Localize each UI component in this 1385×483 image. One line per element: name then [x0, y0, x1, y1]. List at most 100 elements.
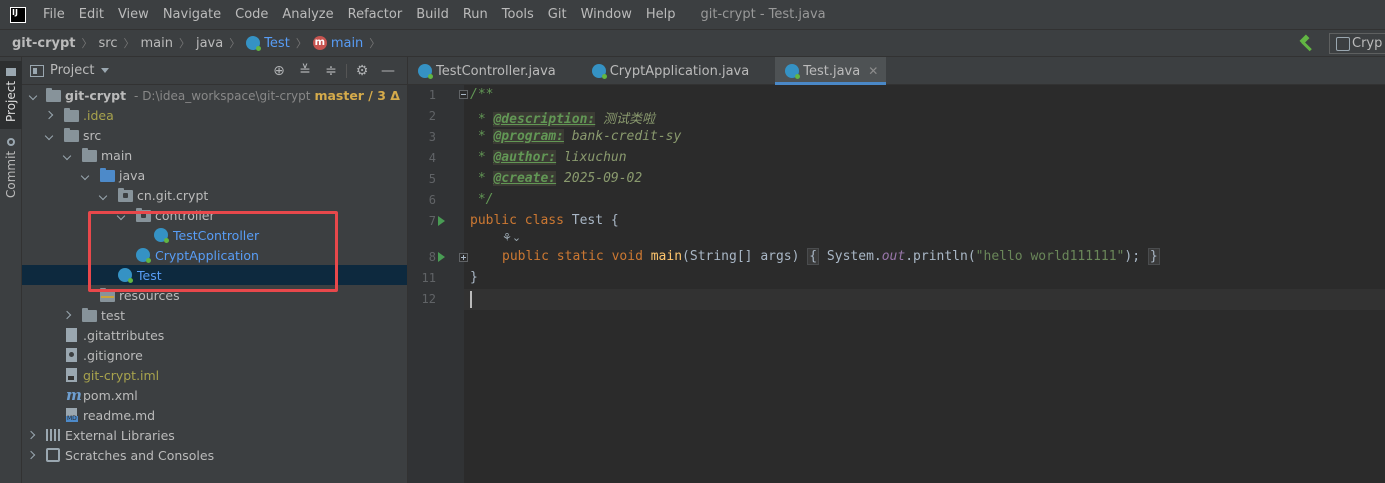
tree-item-idea[interactable]: .idea	[22, 105, 407, 125]
project-panel-title[interactable]: Project	[50, 63, 94, 78]
left-tool-strip: Project Commit	[0, 57, 22, 483]
chevron-down-icon[interactable]	[100, 191, 108, 199]
breadcrumb-main[interactable]: main	[140, 36, 172, 51]
breadcrumb-file[interactable]: Test	[264, 36, 290, 51]
chevron-right-icon[interactable]	[64, 311, 72, 319]
chevron-down-icon[interactable]	[82, 171, 90, 179]
tab-test-controller[interactable]: TestController.java	[408, 57, 582, 85]
menu-analyze[interactable]: Analyze	[275, 0, 340, 29]
tree-item-package[interactable]: cn.git.crypt	[22, 185, 407, 205]
tree-item-label: pom.xml	[83, 387, 138, 403]
expand-all-icon[interactable]: ≚	[292, 61, 318, 81]
scratches-icon	[46, 448, 60, 462]
root-path: - D:\idea_workspace\git-crypt	[134, 88, 311, 103]
tree-item-readme[interactable]: readme.md	[22, 405, 407, 425]
project-view-icon	[30, 64, 44, 77]
menu-build[interactable]: Build	[409, 0, 456, 29]
editor-gutter: 1 2 3 4 5 6 7 8 11 12	[408, 85, 468, 483]
markdown-file-icon	[66, 408, 78, 422]
code-line-7: public class Test {	[470, 213, 619, 228]
breadcrumb-java[interactable]: java	[196, 36, 223, 51]
tree-item-src[interactable]: src	[22, 125, 407, 145]
breadcrumb: git-crypt 〉 src 〉 main 〉 java 〉 Test 〉 m…	[0, 29, 1385, 57]
tree-item-test-controller[interactable]: TestController	[22, 225, 407, 245]
menu-run[interactable]: Run	[456, 0, 495, 29]
inlay-hint-icon[interactable]: ⚘⌄	[502, 231, 521, 244]
tree-item-root[interactable]: git-crypt - D:\idea_workspace\git-crypt ma…	[22, 85, 407, 105]
menu-tools[interactable]: Tools	[495, 0, 541, 29]
package-icon	[136, 208, 151, 222]
commit-icon	[7, 138, 15, 147]
tree-item-external-libraries[interactable]: External Libraries	[22, 425, 407, 445]
breadcrumb-method[interactable]: main	[331, 36, 363, 51]
tree-item-scratches[interactable]: Scratches and Consoles	[22, 445, 407, 465]
tree-item-label: readme.md	[83, 407, 156, 423]
git-branch-status: master / 3 Δ	[314, 87, 400, 103]
code-editor[interactable]: 1 2 3 4 5 6 7 8 11 12 /** * @description…	[408, 85, 1385, 483]
menu-window[interactable]: Window	[574, 0, 639, 29]
tree-item-crypt-application[interactable]: CryptApplication	[22, 245, 407, 265]
menu-view[interactable]: View	[111, 0, 156, 29]
close-icon[interactable]: ✕	[868, 64, 878, 78]
menu-file[interactable]: File	[36, 0, 72, 29]
menu-refactor[interactable]: Refactor	[341, 0, 410, 29]
collapse-all-icon[interactable]: ≑	[318, 61, 344, 81]
tree-item-main[interactable]: main	[22, 145, 407, 165]
tree-item-test[interactable]: Test	[22, 265, 407, 285]
chevron-right-icon[interactable]	[46, 111, 54, 119]
tree-item-iml[interactable]: git-crypt.iml	[22, 365, 407, 385]
commit-tool-tab[interactable]: Commit	[0, 137, 22, 199]
run-configuration-selector[interactable]: Cryp	[1329, 33, 1385, 54]
chevron-right-icon[interactable]	[28, 431, 36, 439]
tab-label: Test.java	[803, 63, 861, 79]
text-caret	[470, 291, 472, 308]
run-main-icon[interactable]	[438, 252, 445, 262]
tree-item-test-folder[interactable]: test	[22, 305, 407, 325]
tree-item-pom[interactable]: m pom.xml	[22, 385, 407, 405]
fold-icon[interactable]	[459, 90, 468, 99]
chevron-right-icon: 〉	[81, 37, 93, 50]
code-line-2: * @description: 测试类啦	[470, 112, 656, 127]
project-tool-tab[interactable]: Project	[0, 61, 22, 129]
tab-test[interactable]: Test.java ✕	[775, 57, 887, 85]
gear-icon[interactable]: ⚙	[349, 61, 375, 81]
line-number: 2	[428, 109, 436, 123]
locate-file-icon[interactable]: ⊕	[266, 61, 292, 81]
chevron-right-icon: 〉	[229, 37, 241, 50]
chevron-down-icon[interactable]	[30, 91, 38, 99]
tree-item-controller[interactable]: controller	[22, 205, 407, 225]
source-folder-icon	[100, 168, 115, 182]
tree-item-label: Scratches and Consoles	[65, 447, 215, 463]
unfold-icon[interactable]	[459, 253, 468, 262]
tab-crypt-application[interactable]: CryptApplication.java	[582, 57, 775, 85]
run-class-icon[interactable]	[438, 216, 445, 226]
tree-item-label: git-crypt.iml	[83, 367, 160, 383]
project-tree: git-crypt - D:\idea_workspace\git-crypt ma…	[22, 85, 407, 465]
tree-item-java[interactable]: java	[22, 165, 407, 185]
tree-item-gitignore[interactable]: .gitignore	[22, 345, 407, 365]
chevron-down-icon[interactable]	[64, 151, 72, 159]
tab-label: TestController.java	[436, 63, 556, 79]
breadcrumb-src[interactable]: src	[98, 36, 117, 51]
chevron-right-icon[interactable]	[28, 451, 36, 459]
tree-item-gitattributes[interactable]: .gitattributes	[22, 325, 407, 345]
menu-code[interactable]: Code	[228, 0, 275, 29]
tree-item-label: src	[83, 127, 102, 143]
build-hammer-icon[interactable]	[1299, 36, 1315, 52]
menu-navigate[interactable]: Navigate	[156, 0, 228, 29]
menu-edit[interactable]: Edit	[72, 0, 111, 29]
menu-help[interactable]: Help	[639, 0, 683, 29]
method-icon: m	[312, 36, 327, 50]
chevron-down-icon[interactable]	[46, 131, 54, 139]
tree-item-resources[interactable]: resources	[22, 285, 407, 305]
breadcrumb-project[interactable]: git-crypt	[12, 36, 75, 51]
minimize-icon[interactable]: —	[375, 61, 401, 81]
java-class-icon	[591, 64, 607, 79]
menu-git[interactable]: Git	[541, 0, 574, 29]
chevron-down-icon[interactable]	[101, 68, 110, 73]
menu-bar: File Edit View Navigate Code Analyze Ref…	[0, 0, 1385, 29]
tree-item-label: main	[101, 147, 133, 163]
tree-item-label: controller	[155, 207, 215, 223]
chevron-down-icon[interactable]	[118, 211, 126, 219]
tree-item-label: java	[119, 167, 146, 183]
